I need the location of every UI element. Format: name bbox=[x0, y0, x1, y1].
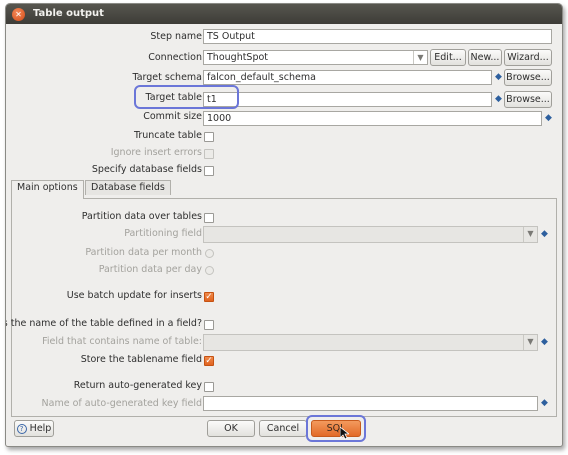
new-connection-button[interactable]: New... bbox=[468, 49, 502, 66]
browse-table-button[interactable]: Browse... bbox=[504, 91, 552, 108]
title-bar: ✕ Table output bbox=[6, 4, 562, 24]
partition-per-day-label: Partition data per day bbox=[98, 264, 202, 275]
ignore-insert-errors-label: Ignore insert errors bbox=[110, 147, 202, 158]
ignore-insert-errors-checkbox[interactable] bbox=[204, 149, 214, 159]
store-tablename-field-checkbox[interactable]: ✓ bbox=[204, 356, 214, 366]
connection-label: Connection bbox=[148, 52, 202, 63]
use-batch-update-label: Use batch update for inserts bbox=[66, 290, 202, 301]
table-name-in-field-label: Is the name of the table defined in a fi… bbox=[5, 318, 202, 329]
store-tablename-field-label: Store the tablename field bbox=[80, 354, 202, 365]
connection-value: ThoughtSpot bbox=[207, 52, 269, 63]
table-name-field-select[interactable]: ▼ bbox=[203, 334, 538, 351]
auto-key-field-name-input[interactable] bbox=[203, 396, 538, 411]
target-table-highlight bbox=[134, 85, 239, 109]
target-schema-label: Target schema bbox=[132, 72, 202, 83]
return-auto-key-label: Return auto-generated key bbox=[73, 380, 202, 391]
partitioning-field-label: Partitioning field bbox=[124, 228, 202, 239]
chevron-down-icon[interactable]: ▼ bbox=[413, 51, 427, 64]
commit-size-label: Commit size bbox=[143, 111, 202, 122]
chevron-down-icon[interactable]: ▼ bbox=[523, 227, 537, 242]
browse-schema-button[interactable]: Browse... bbox=[504, 69, 552, 86]
variable-diamond-icon: ◆ bbox=[495, 72, 502, 82]
chevron-down-icon[interactable]: ▼ bbox=[523, 335, 537, 350]
auto-key-field-name-label: Name of auto-generated key field bbox=[41, 398, 202, 409]
partitioning-field-select[interactable]: ▼ bbox=[203, 226, 538, 243]
variable-diamond-icon: ◆ bbox=[495, 94, 502, 104]
connection-select[interactable]: ThoughtSpot ▼ bbox=[203, 50, 428, 65]
target-table-input[interactable]: t1 bbox=[203, 92, 492, 107]
specify-database-fields-label: Specify database fields bbox=[91, 164, 202, 175]
partition-per-month-radio[interactable] bbox=[205, 249, 214, 258]
field-contains-table-name-label: Field that contains name of table: bbox=[42, 336, 202, 347]
variable-diamond-icon: ◆ bbox=[545, 113, 552, 123]
edit-connection-button[interactable]: Edit... bbox=[430, 49, 466, 66]
help-button[interactable]: ? Help bbox=[14, 420, 54, 437]
partition-per-day-radio[interactable] bbox=[205, 266, 214, 275]
tab-main-options[interactable]: Main options bbox=[11, 180, 84, 199]
variable-diamond-icon: ◆ bbox=[541, 337, 548, 347]
step-name-label: Step name bbox=[150, 31, 202, 42]
truncate-table-checkbox[interactable] bbox=[204, 132, 214, 142]
window-title: Table output bbox=[33, 8, 104, 19]
help-label: Help bbox=[29, 423, 52, 434]
return-auto-key-checkbox[interactable] bbox=[204, 382, 214, 392]
wizard-button[interactable]: Wizard... bbox=[504, 49, 552, 66]
table-name-in-field-checkbox[interactable] bbox=[204, 320, 214, 330]
specify-database-fields-checkbox[interactable] bbox=[204, 166, 214, 176]
ok-button[interactable]: OK bbox=[207, 420, 255, 437]
tab-database-fields[interactable]: Database fields bbox=[85, 180, 171, 195]
partition-per-month-label: Partition data per month bbox=[85, 247, 202, 258]
target-schema-input[interactable]: falcon_default_schema bbox=[203, 70, 492, 85]
partition-over-tables-checkbox[interactable] bbox=[204, 213, 214, 223]
step-name-input[interactable]: TS Output bbox=[203, 29, 552, 44]
variable-diamond-icon: ◆ bbox=[541, 398, 548, 408]
help-icon: ? bbox=[16, 423, 27, 434]
use-batch-update-checkbox[interactable]: ✓ bbox=[204, 292, 214, 302]
commit-size-input[interactable]: 1000 bbox=[203, 111, 542, 126]
cancel-button[interactable]: Cancel bbox=[259, 420, 307, 437]
variable-diamond-icon: ◆ bbox=[541, 229, 548, 239]
mouse-cursor-icon bbox=[340, 427, 349, 440]
truncate-table-label: Truncate table bbox=[133, 130, 202, 141]
table-output-dialog: ✕ Table output Step name TS Output Conne… bbox=[5, 3, 563, 447]
partition-over-tables-label: Partition data over tables bbox=[81, 211, 202, 222]
sql-button-highlight bbox=[306, 415, 366, 442]
close-icon[interactable]: ✕ bbox=[12, 8, 25, 21]
